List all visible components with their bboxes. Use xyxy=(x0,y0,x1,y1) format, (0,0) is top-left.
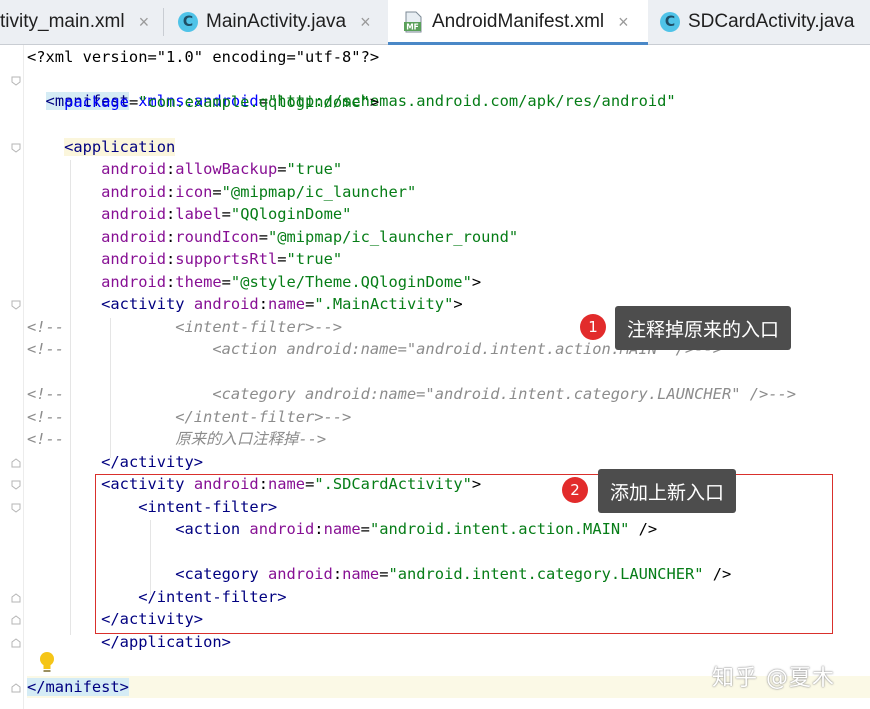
annotation-callout-2: 添加上新入口 xyxy=(598,469,737,513)
tab-androidmanifest-xml[interactable]: MF AndroidManifest.xml × xyxy=(388,0,648,45)
tab-divider xyxy=(163,8,164,36)
code-line-27[interactable]: </application> xyxy=(27,631,231,653)
code-text: <!-- 原来的入口注释掉--> xyxy=(27,430,327,448)
fold-marker-icon[interactable] xyxy=(11,300,21,310)
code-line-3[interactable]: package="com.example.qqlogindome"> xyxy=(27,91,379,113)
code-text: <!-- <intent-filter>--> xyxy=(27,318,343,336)
code-line-17[interactable]: <!-- </intent-filter>--> xyxy=(27,406,351,428)
annotation-callout-1: 注释掉原来的入口 xyxy=(615,306,792,350)
close-icon[interactable]: × xyxy=(139,12,150,33)
code-text: <!-- <category android:name="android.int… xyxy=(27,385,797,403)
application-open-tag: <application xyxy=(64,138,176,156)
fold-marker-icon[interactable] xyxy=(11,458,21,468)
c-class-icon: C xyxy=(660,12,680,32)
tab-label: SDCardActivity.java xyxy=(688,11,855,32)
code-line-12[interactable]: <activity android:name=".MainActivity"> xyxy=(27,293,462,315)
code-line-10[interactable]: android:supportsRtl="true" xyxy=(27,248,342,270)
editor-tab-bar: tivity_main.xml × C MainActivity.java × … xyxy=(0,0,870,45)
fold-marker-icon[interactable] xyxy=(11,503,21,513)
manifest-close-tag: </manifest> xyxy=(27,678,129,696)
code-line-18[interactable]: <!-- 原来的入口注释掉--> xyxy=(27,428,326,450)
tab-sdcardactivity-java[interactable]: C SDCardActivity.java xyxy=(660,0,870,44)
fold-marker-icon[interactable] xyxy=(11,638,21,648)
gutter-separator xyxy=(23,45,24,709)
code-text: <?xml version="1.0" encoding="utf-8"?> xyxy=(27,48,380,66)
code-line-7[interactable]: android:icon="@mipmap/ic_launcher" xyxy=(27,181,416,203)
tab-label: tivity_main.xml xyxy=(0,11,125,32)
code-line-2[interactable]: <manifest xmlns:android="http://schemas.… xyxy=(27,68,676,110)
code-text: <!-- </intent-filter>--> xyxy=(27,408,352,426)
code-line-11[interactable]: android:theme="@style/Theme.QQloginDome"… xyxy=(27,271,481,293)
tab-activity-main-xml[interactable]: tivity_main.xml × xyxy=(0,0,160,44)
lightbulb-icon[interactable] xyxy=(38,651,56,675)
close-icon[interactable]: × xyxy=(618,12,629,33)
tab-label: MainActivity.java xyxy=(206,11,347,32)
mf-file-icon: MF xyxy=(402,11,424,33)
code-line-9[interactable]: android:roundIcon="@mipmap/ic_launcher_r… xyxy=(27,226,518,248)
code-line-16[interactable]: <!-- <category android:name="android.int… xyxy=(27,383,796,405)
fold-marker-icon[interactable] xyxy=(11,143,21,153)
tab-label: AndroidManifest.xml xyxy=(432,11,605,32)
fold-marker-icon[interactable] xyxy=(11,683,21,693)
mf-icon-label: MF xyxy=(406,23,419,32)
code-line-5[interactable]: <application xyxy=(27,136,176,158)
code-line-8[interactable]: android:label="QQloginDome" xyxy=(27,203,351,225)
zhihu-watermark: 知乎 @夏木 xyxy=(712,666,835,691)
fold-marker-icon[interactable] xyxy=(11,76,21,86)
c-class-icon: C xyxy=(178,12,198,32)
code-line-6[interactable]: android:allowBackup="true" xyxy=(27,158,342,180)
annotation-badge-1: 1 xyxy=(580,314,606,340)
tab-mainactivity-java[interactable]: C MainActivity.java × xyxy=(178,0,378,44)
fold-marker-icon[interactable] xyxy=(11,615,21,625)
code-line-19[interactable]: </activity> xyxy=(27,451,203,473)
close-icon[interactable]: × xyxy=(360,12,371,33)
annotation-badge-2: 2 xyxy=(562,477,588,503)
code-line-13[interactable]: <!-- <intent-filter>--> xyxy=(27,316,342,338)
fold-marker-icon[interactable] xyxy=(11,593,21,603)
code-line-1[interactable]: <?xml version="1.0" encoding="utf-8"?> xyxy=(27,46,379,68)
fold-marker-icon[interactable] xyxy=(11,480,21,490)
